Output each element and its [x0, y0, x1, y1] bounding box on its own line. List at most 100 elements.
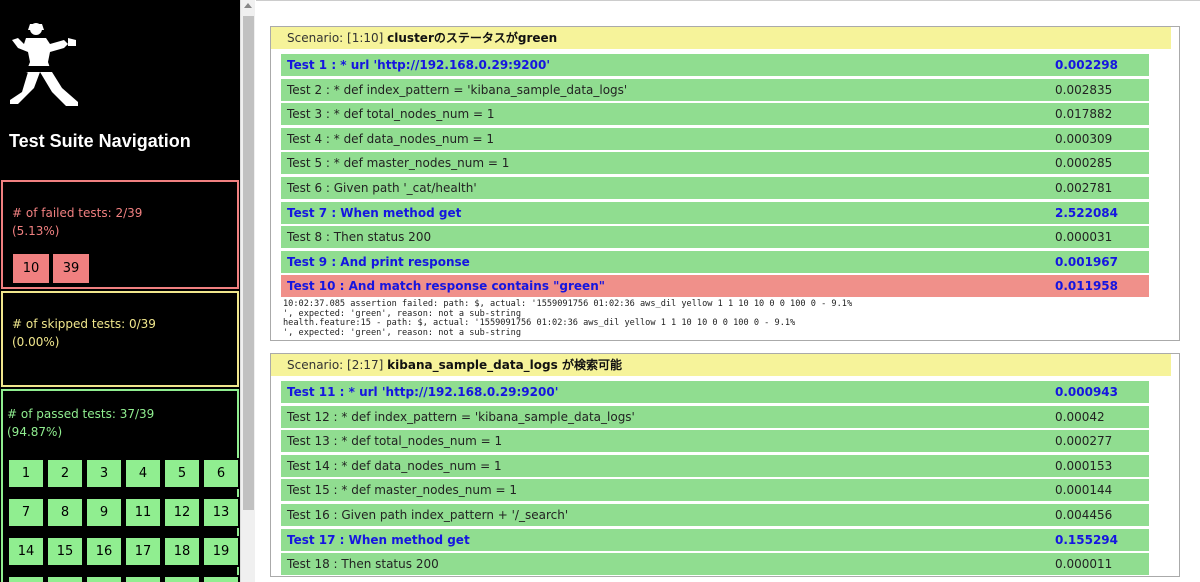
passed-test-row: Test 15 : * def master_nodes_num = 1 0.00…: [281, 479, 1149, 502]
test-step-name: Test 9 : And print response: [287, 254, 470, 269]
failed-tests-percent: (5.13%): [12, 224, 60, 238]
passed-test-link[interactable]: 21: [46, 575, 84, 582]
passed-test-link[interactable]: 19: [202, 536, 240, 567]
passed-tests-count: # of passed tests: 37/39: [7, 407, 155, 421]
passed-test-link[interactable]: 24: [163, 575, 201, 582]
passed-test-link[interactable]: 7: [7, 497, 45, 528]
failed-test-link[interactable]: 10: [12, 253, 50, 284]
passed-test-link[interactable]: 22: [85, 575, 123, 582]
skipped-tests-percent: (0.00%): [12, 335, 60, 349]
passed-tests-summary: # of passed tests: 37/39 (94.87%): [7, 405, 154, 441]
sidebar-title: Test Suite Navigation: [9, 131, 191, 151]
passed-test-row: Test 7 : When method get 2.522084: [281, 201, 1149, 224]
passed-test-link[interactable]: 16: [85, 536, 123, 567]
test-step-name: Test 16 : Given path index_pattern + '/_…: [287, 508, 569, 522]
passed-test-link[interactable]: 1: [7, 458, 45, 489]
test-step-duration: 0.000309: [1055, 131, 1113, 146]
report-content: Scenario: [1:10] clusterのステータスがgreen Test…: [256, 0, 1200, 582]
passed-test-link[interactable]: 14: [7, 536, 45, 567]
test-step-duration: 2.522084: [1055, 205, 1119, 220]
test-step-duration: 0.000285: [1055, 156, 1113, 171]
scenario-prefix: Scenario: [2:17]: [287, 358, 388, 372]
passed-tests-percent: (94.87%): [7, 425, 63, 439]
scenario-block: Scenario: [2:17] kibana_sample_data_logs…: [270, 353, 1180, 577]
passed-tests-panel: # of passed tests: 37/39 (94.87%) 123456…: [1, 389, 240, 582]
test-step-duration: 0.004456: [1055, 508, 1113, 522]
skipped-tests-summary: # of skipped tests: 0/39 (0.00%): [12, 315, 156, 351]
test-step-duration: 0.000031: [1055, 230, 1113, 245]
failed-tests-summary: # of failed tests: 2/39 (5.13%): [12, 204, 142, 240]
scenario-header: Scenario: [2:17] kibana_sample_data_logs…: [271, 354, 1171, 376]
passed-test-link[interactable]: 3: [85, 458, 123, 489]
test-step-name: Test 4 : * def data_nodes_num = 1: [287, 131, 495, 146]
failed-tests-count: # of failed tests: 2/39: [12, 206, 143, 220]
passed-test-row: Test 17 : When method get 0.155294: [281, 528, 1149, 551]
passed-test-row: Test 16 : Given path index_pattern + '/_…: [281, 504, 1149, 526]
passed-test-link[interactable]: 2: [46, 458, 84, 489]
passed-test-row: Test 18 : Then status 200 0.000011: [281, 553, 1149, 576]
passed-test-link[interactable]: 5: [163, 458, 201, 489]
passed-test-link[interactable]: 6: [202, 458, 240, 489]
test-step-duration: 0.000011: [1055, 557, 1113, 572]
failed-tests-panel: # of failed tests: 2/39 (5.13%) 10 39: [1, 180, 239, 289]
passed-test-link[interactable]: 20: [7, 575, 45, 582]
passed-test-row: Test 13 : * def total_nodes_num = 1 0.000…: [281, 430, 1149, 453]
test-step-duration: 0.002298: [1055, 58, 1119, 72]
passed-test-row: Test 14 : * def data_nodes_num = 1 0.0001…: [281, 454, 1149, 477]
scrollbar-thumb[interactable]: [243, 16, 254, 510]
passed-test-row: Test 9 : And print response 0.001967: [281, 250, 1149, 273]
passed-test-row: Test 6 : Given path '_cat/health' 0.00278…: [281, 177, 1149, 199]
test-step-name: Test 2 : * def index_pattern = 'kibana_s…: [287, 82, 628, 97]
scenario-block: Scenario: [1:10] clusterのステータスがgreen Test…: [270, 26, 1180, 341]
passed-test-row: Test 12 : * def index_pattern = 'kibana_…: [281, 405, 1149, 428]
karate-fighter-logo-icon: [10, 23, 78, 106]
report-page: Test Suite Navigation # of failed tests:…: [0, 0, 1200, 582]
failed-test-link[interactable]: 39: [52, 253, 90, 284]
passed-test-row: Test 2 : * def index_pattern = 'kibana_s…: [281, 78, 1149, 101]
vertical-scrollbar[interactable]: [240, 0, 255, 582]
passed-test-link[interactable]: 11: [124, 497, 162, 528]
passed-test-link[interactable]: 9: [85, 497, 123, 528]
test-step-duration: 0.001967: [1055, 254, 1119, 269]
passed-test-link[interactable]: 23: [124, 575, 162, 582]
test-step-duration: 0.002835: [1055, 82, 1113, 97]
test-step-name: Test 13 : * def total_nodes_num = 1: [287, 434, 503, 449]
passed-test-link[interactable]: 25: [202, 575, 240, 582]
passed-test-link[interactable]: 17: [124, 536, 162, 567]
test-step-name: Test 1 : * url 'http://192.168.0.29:9200…: [287, 58, 551, 72]
scenario-prefix: Scenario: [1:10]: [287, 31, 388, 45]
test-step-duration: 0.002781: [1055, 181, 1113, 195]
test-step-name: Test 5 : * def master_nodes_num = 1: [287, 156, 510, 171]
test-step-name: Test 8 : Then status 200: [287, 230, 432, 245]
scenario-name: kibana_sample_data_logs が検索可能: [387, 358, 622, 372]
passed-test-row: Test 11 : * url 'http://192.168.0.29:920…: [281, 381, 1149, 403]
passed-test-row: Test 8 : Then status 200 0.000031: [281, 226, 1149, 249]
skipped-tests-count: # of skipped tests: 0/39: [12, 317, 156, 331]
test-step-name: Test 17 : When method get: [287, 532, 470, 547]
test-step-duration: 0.000943: [1055, 385, 1119, 399]
scroll-up-arrow-icon[interactable]: [244, 3, 252, 8]
failed-test-row: Test 10 : And match response contains "g…: [281, 275, 1149, 298]
passed-test-link[interactable]: 18: [163, 536, 201, 567]
passed-test-row: Test 4 : * def data_nodes_num = 1 0.00030…: [281, 127, 1149, 150]
test-step-duration: 0.011958: [1055, 279, 1119, 294]
test-step-name: Test 15 : * def master_nodes_num = 1: [287, 483, 517, 498]
passed-test-link[interactable]: 12: [163, 497, 201, 528]
failure-log: 10:02:37.085 assertion failed: path: $, …: [283, 299, 852, 338]
passed-test-link[interactable]: 13: [202, 497, 240, 528]
passed-test-link[interactable]: 8: [46, 497, 84, 528]
passed-test-link[interactable]: 4: [124, 458, 162, 489]
passed-test-row: Test 5 : * def master_nodes_num = 1 0.000…: [281, 152, 1149, 175]
passed-test-row: Test 1 : * url 'http://192.168.0.29:9200…: [281, 54, 1149, 76]
test-step-name: Test 12 : * def index_pattern = 'kibana_…: [287, 409, 635, 424]
scenario-name: clusterのステータスがgreen: [387, 31, 558, 45]
test-step-duration: 0.000153: [1055, 458, 1113, 473]
test-report-main: Scenario: [1:10] clusterのステータスがgreen Test…: [256, 0, 1200, 582]
test-step-name: Test 10 : And match response contains "g…: [287, 279, 605, 294]
test-step-duration: 0.00042: [1055, 409, 1105, 424]
test-step-duration: 0.000144: [1055, 483, 1113, 498]
test-step-name: Test 18 : Then status 200: [287, 557, 439, 572]
test-step-name: Test 14 : * def data_nodes_num = 1: [287, 458, 502, 473]
test-step-duration: 0.155294: [1055, 532, 1119, 547]
passed-test-link[interactable]: 15: [46, 536, 84, 567]
